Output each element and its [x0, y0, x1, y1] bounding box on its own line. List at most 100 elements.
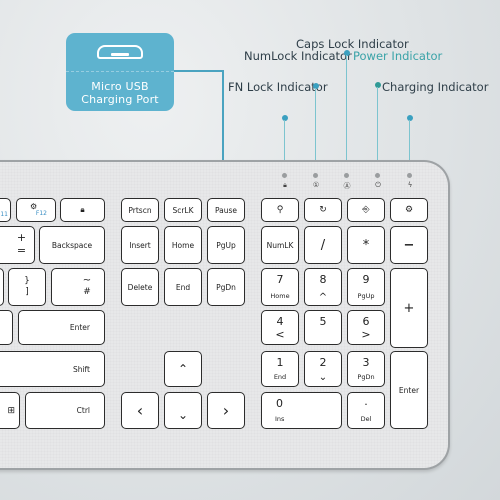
- refresh-icon: ↻: [319, 205, 327, 215]
- key-num5[interactable]: 5: [304, 310, 342, 345]
- callout-leader-vertical: [222, 70, 224, 162]
- key-backspace[interactable]: Backspace: [39, 226, 105, 264]
- key-search[interactable]: ⚲: [261, 198, 299, 222]
- key-delete[interactable]: Delete: [121, 268, 159, 306]
- key-arrow-up[interactable]: ⌃: [164, 351, 202, 387]
- key-enter[interactable]: Enter: [18, 310, 105, 345]
- charging-callout-dot: [407, 115, 413, 121]
- key-num9-sub: PgUp: [357, 292, 375, 300]
- key-enter-label: Enter: [69, 323, 90, 332]
- key-partial-left[interactable]: [0, 268, 4, 306]
- key-num6[interactable]: 6 >: [347, 310, 385, 345]
- key-equals-label: =: [16, 244, 27, 257]
- key-plus-label: +: [16, 231, 27, 244]
- key-num4[interactable]: 4 <: [261, 310, 299, 345]
- key-prtscn-label: Prtscn: [128, 205, 152, 215]
- key-num-minus-label: −: [403, 237, 415, 253]
- key-numlock[interactable]: NumLK: [261, 226, 299, 264]
- key-brace-label: }: [24, 276, 30, 286]
- key-num9-label: 9: [362, 273, 370, 286]
- key-num1-label: 1: [276, 356, 284, 369]
- callout-label-line2: Charging Port: [81, 93, 159, 106]
- key-num7-label: 7: [276, 273, 284, 286]
- key-prtscn[interactable]: Prtscn: [121, 198, 159, 222]
- key-end-label: End: [175, 282, 191, 292]
- key-scrlk[interactable]: ScrLK: [164, 198, 202, 222]
- key-insert[interactable]: Insert: [121, 226, 159, 264]
- key-num7-sub: Home: [270, 292, 290, 300]
- key-num1[interactable]: 1 End: [261, 351, 299, 387]
- settings-icon: ⚙: [404, 205, 414, 215]
- key-switch-device[interactable]: ⎆: [347, 198, 385, 222]
- key-num3-sub: PgDn: [357, 373, 375, 381]
- arrow-right-icon: ›: [222, 401, 230, 420]
- power-callout-dot: [375, 82, 381, 88]
- key-num-enter[interactable]: Enter: [390, 351, 428, 429]
- key-num3-label: 3: [362, 356, 370, 369]
- power-leader-line: [377, 87, 378, 163]
- key-num-dot[interactable]: . Del: [347, 392, 385, 429]
- key-home[interactable]: Home: [164, 226, 202, 264]
- key-shift[interactable]: Shift: [0, 351, 105, 387]
- key-end[interactable]: End: [164, 268, 202, 306]
- key-num1-sub: End: [273, 373, 287, 381]
- key-num0-sub: Ins: [275, 415, 285, 423]
- key-num-minus[interactable]: −: [390, 226, 428, 264]
- key-arrow-right[interactable]: ›: [207, 392, 245, 429]
- micro-usb-port-icon: [97, 45, 143, 59]
- key-pgdn[interactable]: PgDn: [207, 268, 245, 306]
- key-num8[interactable]: 8 ^: [304, 268, 342, 306]
- key-num8-label: 8: [319, 273, 327, 286]
- lock-icon: 🔒︎: [80, 205, 85, 214]
- key-tilde-label: ~: [82, 275, 92, 286]
- micro-usb-callout: Micro USB Charging Port: [66, 33, 174, 111]
- key-num5-label: 5: [319, 315, 327, 328]
- key-num9[interactable]: 9 PgUp: [347, 268, 385, 306]
- power-led: [375, 173, 380, 178]
- key-f12[interactable]: ⚙ F12: [16, 198, 56, 222]
- numlock-led: [313, 173, 318, 178]
- search-icon: ⚲: [276, 205, 284, 215]
- key-arrow-down[interactable]: ⌄: [164, 392, 202, 429]
- numlock-leader-line: [315, 88, 316, 163]
- key-num7[interactable]: 7 Home: [261, 268, 299, 306]
- key-f11[interactable]: 11: [0, 198, 11, 222]
- lock-icon: 🔒︎: [283, 181, 287, 189]
- key-ctrl[interactable]: Ctrl: [25, 392, 105, 429]
- key-refresh[interactable]: ↻: [304, 198, 342, 222]
- key-arrow-left[interactable]: ‹: [121, 392, 159, 429]
- key-fn-lock[interactable]: 🔒︎: [60, 198, 105, 222]
- key-shift-label: Shift: [72, 364, 90, 374]
- switch-device-icon: ⎆: [362, 205, 370, 215]
- numlock-callout-dot: [313, 83, 319, 89]
- key-num-slash[interactable]: /: [304, 226, 342, 264]
- key-home-label: Home: [171, 240, 195, 250]
- key-num-asterisk[interactable]: *: [347, 226, 385, 264]
- key-partial-left-2[interactable]: [0, 310, 13, 345]
- key-pgup[interactable]: PgUp: [207, 226, 245, 264]
- key-pause[interactable]: Pause: [207, 198, 245, 222]
- caps-lock-leader-line: [346, 55, 347, 163]
- charging-bolt-icon: ϟ: [407, 181, 413, 189]
- key-num3[interactable]: 3 PgDn: [347, 351, 385, 387]
- charging-leader-line: [409, 120, 410, 163]
- key-insert-label: Insert: [129, 240, 151, 250]
- key-num4-sub: <: [275, 328, 285, 341]
- key-backspace-label: Backspace: [51, 240, 93, 250]
- key-bracket[interactable]: } ]: [8, 268, 46, 306]
- key-hash-label: #: [83, 287, 91, 297]
- key-hash[interactable]: ~ #: [51, 268, 105, 306]
- key-num0[interactable]: 0 Ins: [261, 392, 342, 429]
- key-equals[interactable]: + =: [0, 226, 35, 264]
- numlock-indicator-label: NumLock Indicator: [244, 49, 352, 63]
- key-num-plus[interactable]: +: [390, 268, 428, 348]
- key-delete-label: Delete: [127, 282, 153, 292]
- charging-led: [407, 173, 412, 178]
- key-settings[interactable]: ⚙: [390, 198, 428, 222]
- key-num-dot-sub: Del: [360, 415, 372, 423]
- key-windows[interactable]: ⊞: [0, 392, 20, 429]
- key-num-slash-label: /: [320, 237, 326, 253]
- key-num2[interactable]: 2 ⌄: [304, 351, 342, 387]
- power-icon: ⏻: [375, 181, 381, 189]
- key-numlock-label: NumLK: [266, 240, 294, 250]
